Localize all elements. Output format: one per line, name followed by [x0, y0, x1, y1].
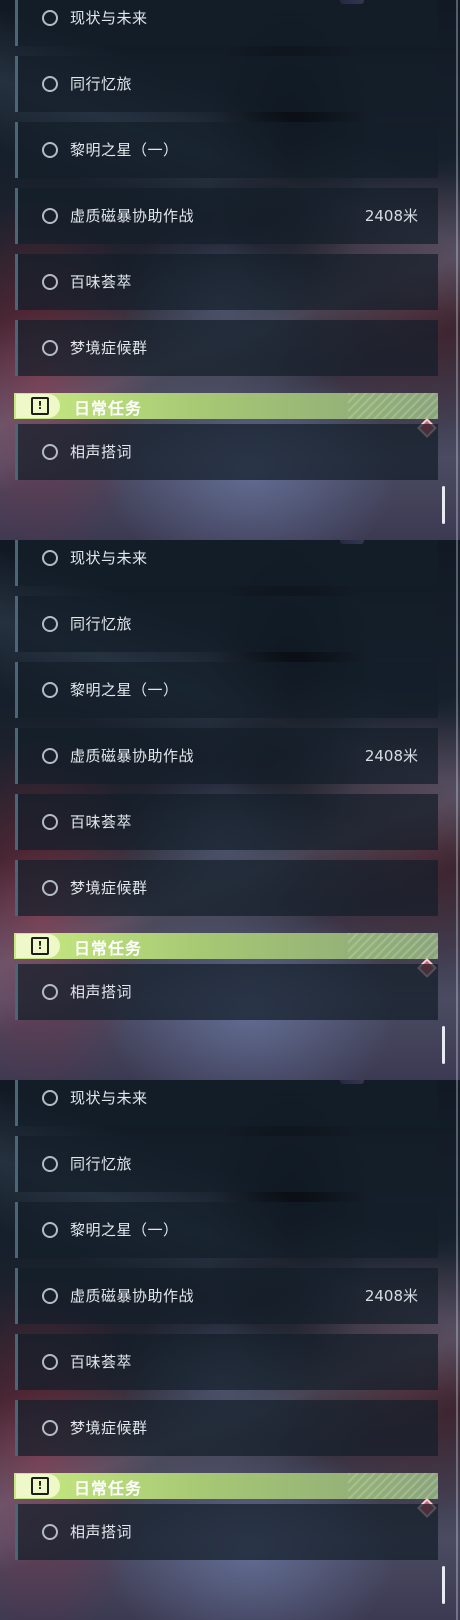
- quest-label: 黎明之星（一）: [70, 141, 179, 159]
- daily-quest-item[interactable]: 相声搭词: [15, 964, 438, 1020]
- quest-item[interactable]: 虚质磁暴协助作战 2408米: [15, 728, 438, 784]
- scroll-track: [456, 1080, 458, 1620]
- quest-item[interactable]: 黎明之星（一）: [15, 122, 438, 178]
- quest-distance: 2408米: [364, 207, 418, 225]
- quest-label: 相声搭词: [70, 983, 133, 1001]
- quest-status-ring-icon: [42, 550, 58, 566]
- quest-label: 黎明之星（一）: [70, 1221, 179, 1239]
- quest-label: 虚质磁暴协助作战: [70, 747, 195, 765]
- quest-status-ring-icon: [42, 10, 58, 26]
- quest-item[interactable]: 梦境症候群: [15, 320, 438, 376]
- scrollbar-thumb[interactable]: [442, 486, 445, 524]
- quest-label: 梦境症候群: [70, 1419, 148, 1437]
- quest-label: 黎明之星（一）: [70, 681, 179, 699]
- quest-item[interactable]: 同行忆旅: [15, 56, 438, 112]
- section-title: 日常任务: [74, 399, 143, 418]
- quest-item[interactable]: 同行忆旅: [15, 1136, 438, 1192]
- exclamation-box-icon: !: [16, 934, 60, 958]
- quest-status-ring-icon: [42, 76, 58, 92]
- quest-distance: 2408米: [364, 747, 418, 765]
- quest-status-ring-icon: [42, 208, 58, 224]
- daily-quest-header[interactable]: ! 日常任务: [14, 393, 438, 419]
- quest-item[interactable]: 同行忆旅: [15, 596, 438, 652]
- quest-item[interactable]: 百味荟萃: [15, 1334, 438, 1390]
- quest-label: 相声搭词: [70, 443, 133, 461]
- scrollbar-thumb[interactable]: [442, 1026, 445, 1064]
- quest-status-ring-icon: [42, 682, 58, 698]
- quest-status-ring-icon: [42, 1156, 58, 1172]
- quest-item[interactable]: 黎明之星（一）: [15, 662, 438, 718]
- quest-status-ring-icon: [42, 880, 58, 896]
- quest-item[interactable]: 现状与未来: [15, 1080, 438, 1126]
- scrollbar-thumb[interactable]: [442, 1566, 445, 1604]
- quest-label: 现状与未来: [70, 549, 148, 567]
- quest-status-ring-icon: [42, 984, 58, 1000]
- daily-quest-header[interactable]: ! 日常任务: [14, 933, 438, 959]
- quest-status-ring-icon: [42, 748, 58, 764]
- header-hatch-pattern: [348, 933, 438, 959]
- quest-item[interactable]: 虚质磁暴协助作战 2408米: [15, 188, 438, 244]
- scroll-track: [456, 540, 458, 1080]
- quest-status-ring-icon: [42, 1090, 58, 1106]
- quest-item[interactable]: 现状与未来: [15, 0, 438, 46]
- quest-item[interactable]: 百味荟萃: [15, 254, 438, 310]
- daily-quest-item[interactable]: 相声搭词: [15, 1504, 438, 1560]
- quest-label: 相声搭词: [70, 1523, 133, 1541]
- quest-item[interactable]: 百味荟萃: [15, 794, 438, 850]
- quest-item[interactable]: 现状与未来: [15, 540, 438, 586]
- quest-label: 虚质磁暴协助作战: [70, 1287, 195, 1305]
- quest-panel-1: 现状与未来 同行忆旅 黎明之星（一） 虚质磁暴协助作战 2408米 百味荟萃 梦…: [0, 0, 460, 540]
- quest-label: 百味荟萃: [70, 273, 133, 291]
- quest-panel-3: 现状与未来 同行忆旅 黎明之星（一） 虚质磁暴协助作战 2408米 百味荟萃 梦…: [0, 1080, 460, 1620]
- scroll-track: [456, 0, 458, 540]
- quest-status-ring-icon: [42, 274, 58, 290]
- quest-label: 现状与未来: [70, 1089, 148, 1107]
- quest-item[interactable]: 梦境症候群: [15, 1400, 438, 1456]
- quest-label: 百味荟萃: [70, 813, 133, 831]
- quest-label: 同行忆旅: [70, 75, 133, 93]
- exclamation-box-icon: !: [16, 1474, 60, 1498]
- header-hatch-pattern: [348, 393, 438, 419]
- quest-status-ring-icon: [42, 616, 58, 632]
- exclamation-box-icon: !: [16, 394, 60, 418]
- quest-label: 同行忆旅: [70, 1155, 133, 1173]
- quest-label: 梦境症候群: [70, 339, 148, 357]
- quest-status-ring-icon: [42, 142, 58, 158]
- quest-item[interactable]: 虚质磁暴协助作战 2408米: [15, 1268, 438, 1324]
- section-title: 日常任务: [74, 939, 143, 958]
- quest-label: 现状与未来: [70, 9, 148, 27]
- quest-status-ring-icon: [42, 444, 58, 460]
- quest-status-ring-icon: [42, 814, 58, 830]
- quest-status-ring-icon: [42, 1524, 58, 1540]
- quest-item[interactable]: 梦境症候群: [15, 860, 438, 916]
- quest-status-ring-icon: [42, 1222, 58, 1238]
- quest-status-ring-icon: [42, 340, 58, 356]
- daily-quest-item[interactable]: 相声搭词: [15, 424, 438, 480]
- quest-panel-2: 现状与未来 同行忆旅 黎明之星（一） 虚质磁暴协助作战 2408米 百味荟萃 梦…: [0, 540, 460, 1080]
- section-title: 日常任务: [74, 1479, 143, 1498]
- quest-item[interactable]: 黎明之星（一）: [15, 1202, 438, 1258]
- quest-label: 梦境症候群: [70, 879, 148, 897]
- quest-status-ring-icon: [42, 1354, 58, 1370]
- quest-status-ring-icon: [42, 1288, 58, 1304]
- quest-label: 百味荟萃: [70, 1353, 133, 1371]
- quest-distance: 2408米: [364, 1287, 418, 1305]
- screenshot-root: 现状与未来 同行忆旅 黎明之星（一） 虚质磁暴协助作战 2408米 百味荟萃 梦…: [0, 0, 460, 1620]
- quest-label: 虚质磁暴协助作战: [70, 207, 195, 225]
- daily-quest-header[interactable]: ! 日常任务: [14, 1473, 438, 1499]
- header-hatch-pattern: [348, 1473, 438, 1499]
- quest-label: 同行忆旅: [70, 615, 133, 633]
- quest-status-ring-icon: [42, 1420, 58, 1436]
